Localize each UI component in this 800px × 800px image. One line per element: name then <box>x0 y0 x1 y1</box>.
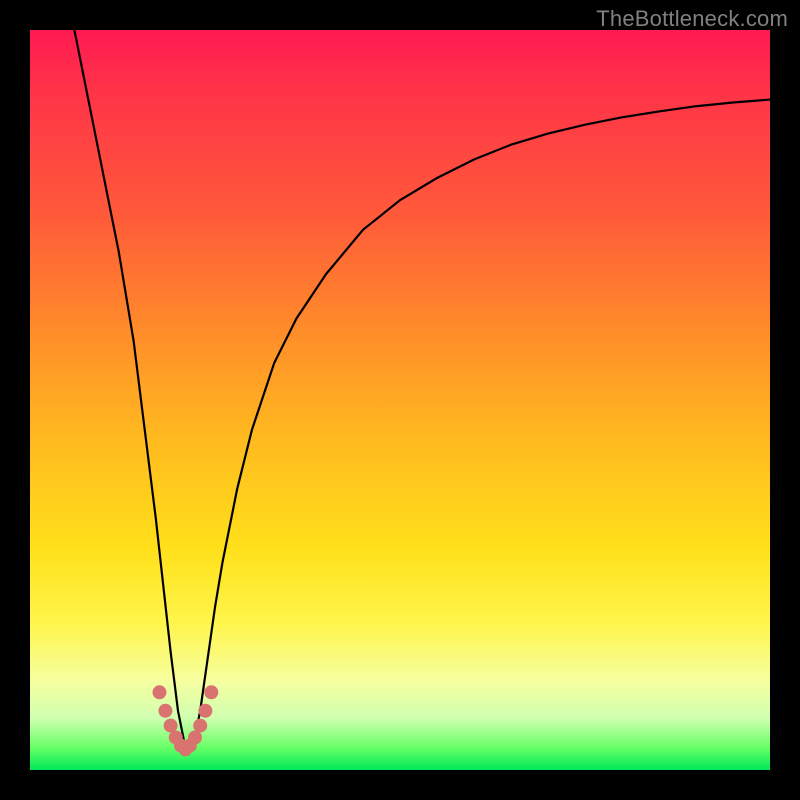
chart-frame: TheBottleneck.com <box>0 0 800 800</box>
optimal-marker-dot <box>204 685 218 699</box>
near-optimal-marker-group <box>153 685 219 756</box>
bottleneck-curve-line <box>74 30 770 748</box>
curve-group <box>74 30 770 748</box>
optimal-marker-dot <box>198 704 212 718</box>
plot-area <box>30 30 770 770</box>
bottleneck-curve-svg <box>30 30 770 770</box>
attribution-text: TheBottleneck.com <box>596 6 788 32</box>
optimal-marker-dot <box>153 685 167 699</box>
optimal-marker-dot <box>158 704 172 718</box>
optimal-marker-dot <box>193 719 207 733</box>
